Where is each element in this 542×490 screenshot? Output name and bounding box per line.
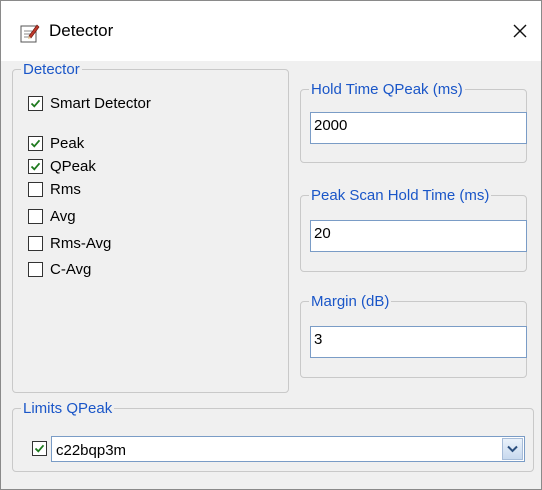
limits-qpeak-selected-value: c22bqp3m xyxy=(56,442,127,459)
checkmark-icon xyxy=(34,444,45,453)
checkbox-box xyxy=(28,236,43,251)
checkbox-label: Smart Detector xyxy=(50,95,151,112)
margin-legend: Margin (dB) xyxy=(311,293,390,310)
checkbox-box xyxy=(28,159,43,174)
checkbox-box xyxy=(32,441,47,456)
checkmark-icon xyxy=(30,139,41,148)
checkbox-label: Rms xyxy=(50,181,81,198)
checkbox-box xyxy=(28,182,43,197)
detector-group-legend: Detector xyxy=(23,61,80,78)
rms-avg-checkbox[interactable]: Rms-Avg xyxy=(28,235,111,252)
pencil-note-icon xyxy=(20,23,40,43)
close-button[interactable] xyxy=(507,18,533,44)
checkbox-label: Rms-Avg xyxy=(50,235,112,252)
limits-qpeak-dropdown[interactable]: c22bqp3m xyxy=(51,436,525,462)
checkbox-box xyxy=(28,209,43,224)
checkmark-icon xyxy=(30,162,41,171)
peak-scan-hold-time-legend: Peak Scan Hold Time (ms) xyxy=(311,187,490,204)
rms-checkbox[interactable]: Rms xyxy=(28,181,81,198)
smart-detector-checkbox[interactable]: Smart Detector xyxy=(28,95,151,112)
checkbox-box xyxy=(28,96,43,111)
checkbox-label: Avg xyxy=(50,208,76,225)
peak-scan-hold-time-input[interactable]: 20 xyxy=(310,220,527,252)
checkbox-label: C-Avg xyxy=(50,261,92,278)
dropdown-button[interactable] xyxy=(502,438,523,460)
limits-qpeak-enable-checkbox[interactable] xyxy=(32,441,47,456)
checkbox-box xyxy=(28,262,43,277)
avg-checkbox[interactable]: Avg xyxy=(28,208,76,225)
peak-checkbox[interactable]: Peak xyxy=(28,135,84,152)
detector-dialog: Detector Detector Smart Detector Peak QP… xyxy=(0,0,542,490)
checkbox-label: QPeak xyxy=(50,158,96,175)
limits-qpeak-legend: Limits QPeak xyxy=(23,400,113,417)
hold-time-qpeak-legend: Hold Time QPeak (ms) xyxy=(311,81,463,98)
hold-time-qpeak-input[interactable]: 2000 xyxy=(310,112,527,144)
qpeak-checkbox[interactable]: QPeak xyxy=(28,158,96,175)
window-title: Detector xyxy=(49,21,114,40)
title-bar: Detector xyxy=(1,1,541,61)
checkbox-box xyxy=(28,136,43,151)
chevron-down-icon xyxy=(507,445,518,453)
close-icon xyxy=(513,24,527,38)
margin-input[interactable]: 3 xyxy=(310,326,527,358)
checkbox-label: Peak xyxy=(50,135,85,152)
checkmark-icon xyxy=(30,99,41,108)
c-avg-checkbox[interactable]: C-Avg xyxy=(28,261,91,278)
